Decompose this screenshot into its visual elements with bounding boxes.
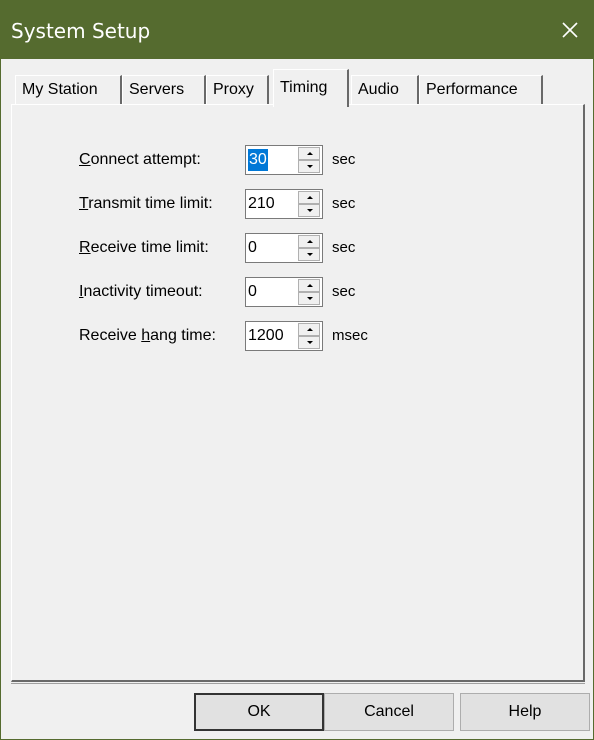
receive-time-limit-spinner[interactable]: 0 bbox=[245, 233, 323, 263]
tab-label: My Station bbox=[22, 81, 98, 98]
spin-up-button[interactable] bbox=[298, 191, 320, 204]
spin-down-button[interactable] bbox=[298, 248, 320, 261]
spin-up-button[interactable] bbox=[298, 235, 320, 248]
tab-audio[interactable]: Audio bbox=[351, 75, 419, 105]
window-title: System Setup bbox=[11, 19, 151, 43]
unit-label: sec bbox=[332, 239, 356, 256]
tab-performance[interactable]: Performance bbox=[419, 75, 543, 105]
receive-hang-time-label: Receive hang time: bbox=[79, 327, 216, 344]
transmit-time-limit-field[interactable]: 210 bbox=[248, 193, 275, 215]
inactivity-timeout-label: Inactivity timeout: bbox=[79, 283, 203, 300]
help-button[interactable]: Help bbox=[460, 693, 590, 731]
unit-label: sec bbox=[332, 195, 356, 212]
connect-attempt-field[interactable]: 30 bbox=[248, 149, 268, 171]
footer-divider bbox=[11, 683, 585, 684]
spin-down-button[interactable] bbox=[298, 204, 320, 217]
inactivity-timeout-spinner[interactable]: 0 bbox=[245, 277, 323, 307]
inactivity-timeout-field[interactable]: 0 bbox=[248, 281, 257, 303]
spin-up-button[interactable] bbox=[298, 147, 320, 160]
spin-down-button[interactable] bbox=[298, 336, 320, 349]
connect-attempt-spinner[interactable]: 30 bbox=[245, 145, 323, 175]
tab-label: Performance bbox=[426, 81, 518, 98]
spin-up-button[interactable] bbox=[298, 279, 320, 292]
receive-time-limit-label: Receive time limit: bbox=[79, 239, 209, 256]
unit-label: sec bbox=[332, 151, 356, 168]
spin-down-button[interactable] bbox=[298, 160, 320, 173]
tab-my-station[interactable]: My Station bbox=[15, 75, 122, 105]
tab-proxy[interactable]: Proxy bbox=[206, 75, 269, 105]
receive-hang-time-field[interactable]: 1200 bbox=[248, 325, 284, 347]
timing-panel: Connect attempt: 30 sec Transmit time li… bbox=[11, 104, 585, 682]
tab-strip: My Station Servers Proxy Timing Audio Pe… bbox=[15, 69, 575, 107]
tab-label: Proxy bbox=[213, 81, 254, 98]
receive-time-limit-field[interactable]: 0 bbox=[248, 237, 257, 259]
connect-attempt-label: Connect attempt: bbox=[79, 151, 201, 168]
tab-label: Audio bbox=[358, 81, 399, 98]
receive-hang-time-spinner[interactable]: 1200 bbox=[245, 321, 323, 351]
transmit-time-limit-label: Transmit time limit: bbox=[79, 195, 213, 212]
spin-down-button[interactable] bbox=[298, 292, 320, 305]
tab-label: Timing bbox=[280, 79, 328, 96]
tab-label: Servers bbox=[129, 81, 185, 98]
cancel-button[interactable]: Cancel bbox=[324, 693, 454, 731]
close-button[interactable] bbox=[547, 1, 593, 59]
system-setup-window: System Setup My Station Servers Proxy Ti… bbox=[0, 0, 594, 740]
tab-servers[interactable]: Servers bbox=[122, 75, 206, 105]
unit-label: sec bbox=[332, 283, 356, 300]
ok-button[interactable]: OK bbox=[194, 693, 324, 731]
title-bar[interactable]: System Setup bbox=[1, 1, 593, 59]
transmit-time-limit-spinner[interactable]: 210 bbox=[245, 189, 323, 219]
unit-label: msec bbox=[332, 327, 368, 344]
close-icon bbox=[562, 22, 578, 38]
tab-timing[interactable]: Timing bbox=[273, 69, 349, 107]
spin-up-button[interactable] bbox=[298, 323, 320, 336]
